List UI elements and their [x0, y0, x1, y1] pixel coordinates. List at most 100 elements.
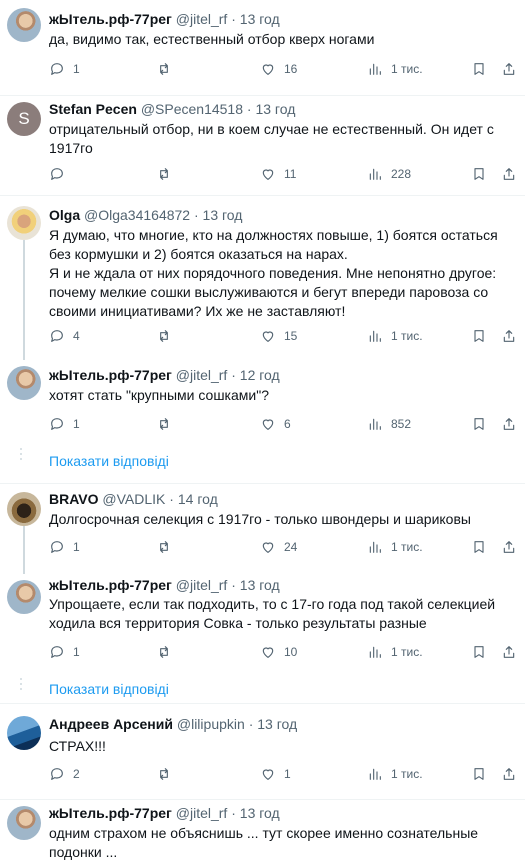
views-button[interactable]: 852	[367, 414, 411, 434]
reply-icon	[51, 418, 63, 430]
share-button[interactable]	[501, 764, 517, 784]
share-button[interactable]	[501, 164, 517, 184]
tweet[interactable]: жЫтель.рф-77рег @jitel_rf · 13 год одним…	[0, 800, 525, 867]
tweet[interactable]: Olga @Olga34164872 · 13 год Я думаю, что…	[0, 196, 525, 360]
views-button[interactable]: 228	[367, 164, 411, 184]
timestamp[interactable]: 13 год	[240, 11, 280, 27]
reply-button[interactable]: 1	[49, 59, 80, 79]
tweet-header: жЫтель.рф-77рег @jitel_rf · 13 год	[49, 804, 280, 822]
separator: ·	[231, 367, 236, 383]
share-button[interactable]	[501, 537, 517, 557]
views-button[interactable]: 1 тис.	[367, 537, 423, 557]
bookmark-button[interactable]	[471, 164, 487, 184]
like-button[interactable]: 1	[260, 764, 291, 784]
timestamp[interactable]: 13 год	[257, 716, 297, 732]
reply-count: 1	[73, 540, 80, 554]
bookmark-icon	[474, 330, 484, 342]
share-button[interactable]	[501, 326, 517, 346]
avatar[interactable]	[7, 580, 41, 614]
show-replies-link[interactable]: Показати відповіді	[49, 681, 169, 697]
avatar[interactable]	[7, 716, 41, 750]
action-bar: 4 15 1 тис.	[49, 326, 519, 346]
timestamp[interactable]: 14 год	[178, 491, 218, 507]
reply-button[interactable]: 1	[49, 537, 80, 557]
tweet[interactable]: Андреев Арсений @lilipupkin · 13 год СТР…	[0, 704, 525, 800]
views-icon	[369, 63, 381, 75]
avatar[interactable]: S	[7, 102, 41, 136]
reply-button[interactable]: 2	[49, 764, 80, 784]
tweet[interactable]: жЫтель.рф-77рег @jitel_rf · 12 год хотят…	[0, 360, 525, 484]
author-handle[interactable]: @VADLIK	[102, 491, 165, 507]
tweet[interactable]: BRAVO @VADLIK · 14 год Долгосрочная селе…	[0, 484, 525, 574]
retweet-button[interactable]	[156, 414, 172, 434]
views-button[interactable]: 1 тис.	[367, 59, 423, 79]
like-count: 10	[284, 645, 298, 659]
like-button[interactable]: 24	[260, 537, 297, 557]
share-button[interactable]	[501, 642, 517, 662]
bookmark-button[interactable]	[471, 59, 487, 79]
bookmark-button[interactable]	[471, 642, 487, 662]
author-handle[interactable]: @lilipupkin	[177, 716, 245, 732]
reply-count: 1	[73, 645, 80, 659]
avatar[interactable]	[7, 8, 41, 42]
share-button[interactable]	[501, 414, 517, 434]
author-name[interactable]: жЫтель.рф-77рег	[49, 367, 172, 383]
action-bar: 2 1 1 тис.	[49, 764, 519, 784]
author-name[interactable]: Stefan Pecen	[49, 101, 137, 117]
author-handle[interactable]: @jitel_rf	[176, 577, 228, 593]
timestamp[interactable]: 13 год	[255, 101, 295, 117]
retweet-button[interactable]	[156, 764, 172, 784]
tweet-text: СТРАХ!!!	[49, 738, 106, 754]
share-button[interactable]	[501, 59, 517, 79]
author-handle[interactable]: @jitel_rf	[176, 367, 228, 383]
author-name[interactable]: Olga	[49, 207, 80, 223]
avatar[interactable]	[7, 492, 41, 526]
like-button[interactable]: 10	[260, 642, 297, 662]
retweet-button[interactable]	[156, 164, 172, 184]
avatar[interactable]	[7, 366, 41, 400]
retweet-button[interactable]	[156, 642, 172, 662]
author-name[interactable]: Андреев Арсений	[49, 716, 173, 732]
avatar[interactable]	[7, 206, 41, 240]
author-handle[interactable]: @jitel_rf	[176, 11, 228, 27]
views-button[interactable]: 1 тис.	[367, 326, 423, 346]
timestamp[interactable]: 13 год	[240, 805, 280, 821]
like-button[interactable]: 15	[260, 326, 297, 346]
tweet[interactable]: S Stefan Pecen @SPecen14518 · 13 год отр…	[0, 96, 525, 196]
like-button[interactable]: 6	[260, 414, 291, 434]
bookmark-button[interactable]	[471, 414, 487, 434]
tweet-header: Андреев Арсений @lilipupkin · 13 год	[49, 715, 297, 733]
tweet[interactable]: жЫтель.рф-77рег @jitel_rf · 13 год Упрощ…	[0, 574, 525, 704]
bookmark-button[interactable]	[471, 764, 487, 784]
avatar[interactable]	[7, 806, 41, 840]
reply-button[interactable]: 1	[49, 414, 80, 434]
retweet-button[interactable]	[156, 326, 172, 346]
reply-icon	[51, 63, 63, 75]
bookmark-button[interactable]	[471, 326, 487, 346]
show-replies-link[interactable]: Показати відповіді	[49, 453, 169, 469]
author-name[interactable]: BRAVO	[49, 491, 99, 507]
author-handle[interactable]: @SPecen14518	[141, 101, 243, 117]
retweet-button[interactable]	[156, 537, 172, 557]
reply-button[interactable]	[49, 164, 73, 184]
timestamp[interactable]: 13 год	[203, 207, 243, 223]
views-button[interactable]: 1 тис.	[367, 642, 423, 662]
reply-button[interactable]: 4	[49, 326, 80, 346]
share-icon	[503, 63, 515, 75]
replies-feed: жЫтель.рф-77рег @jitel_rf · 13 год да, в…	[0, 0, 525, 867]
timestamp[interactable]: 13 год	[240, 577, 280, 593]
author-name[interactable]: жЫтель.рф-77рег	[49, 577, 172, 593]
author-name[interactable]: жЫтель.рф-77рег	[49, 11, 172, 27]
reply-button[interactable]: 1	[49, 642, 80, 662]
bookmark-button[interactable]	[471, 537, 487, 557]
author-name[interactable]: жЫтель.рф-77рег	[49, 805, 172, 821]
views-button[interactable]: 1 тис.	[367, 764, 423, 784]
retweet-button[interactable]	[156, 59, 172, 79]
like-icon	[262, 769, 274, 780]
like-button[interactable]: 11	[260, 164, 296, 184]
author-handle[interactable]: @jitel_rf	[176, 805, 228, 821]
author-handle[interactable]: @Olga34164872	[84, 207, 190, 223]
tweet[interactable]: жЫтель.рф-77рег @jitel_rf · 13 год да, в…	[0, 0, 525, 96]
like-button[interactable]: 16	[260, 59, 297, 79]
timestamp[interactable]: 12 год	[240, 367, 280, 383]
